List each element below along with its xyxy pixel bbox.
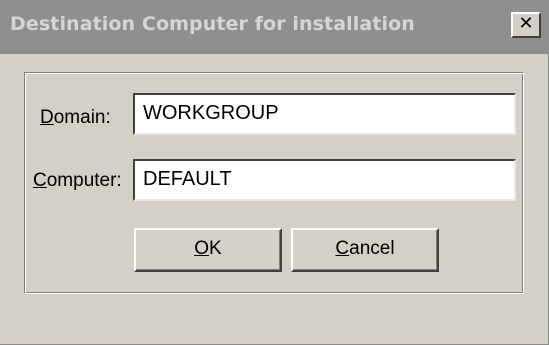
- cancel-button[interactable]: Cancel: [291, 228, 439, 272]
- domain-label: Domain:: [40, 107, 111, 128]
- close-icon: ✕: [518, 13, 534, 34]
- ok-button[interactable]: OK: [134, 228, 282, 272]
- computer-input[interactable]: DEFAULT: [133, 159, 516, 201]
- window-title: Destination Computer for installation: [10, 13, 415, 35]
- destination-computer-dialog: Destination Computer for installation ✕ …: [0, 0, 549, 345]
- title-bar[interactable]: Destination Computer for installation ✕: [0, 0, 549, 54]
- domain-input[interactable]: WORKGROUP: [133, 93, 516, 135]
- close-button[interactable]: ✕: [511, 12, 541, 38]
- computer-label: Computer:: [33, 170, 122, 191]
